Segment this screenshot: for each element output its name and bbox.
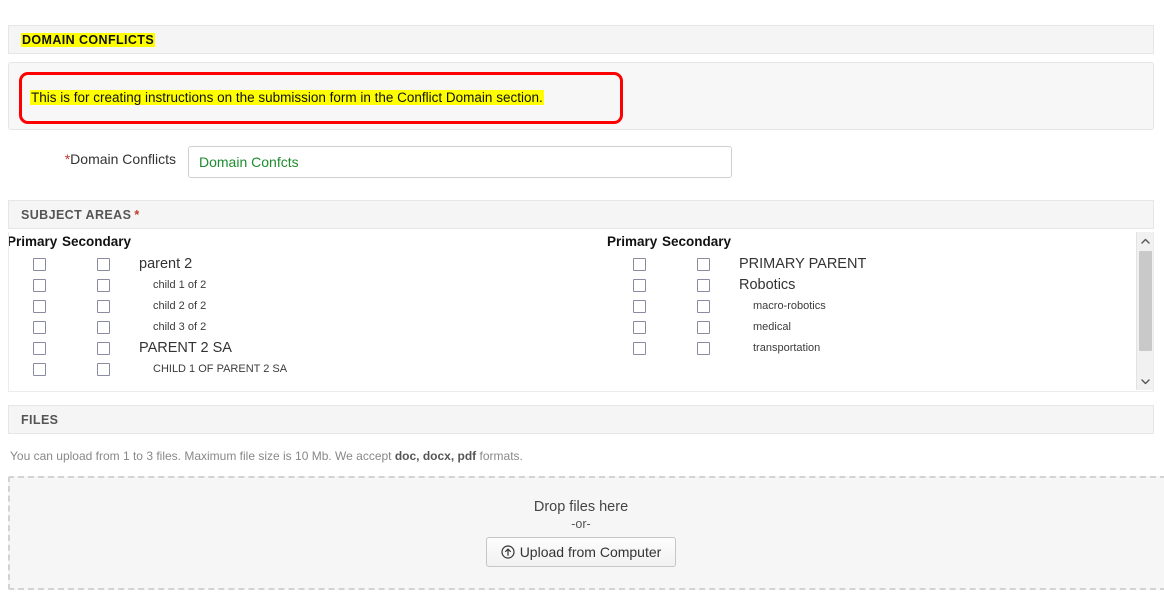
dropzone-or-separator: -or- — [571, 517, 591, 531]
primary-checkbox[interactable] — [33, 300, 46, 313]
primary-checkbox[interactable] — [633, 258, 646, 271]
subject-area-label: CHILD 1 OF PARENT 2 SA — [153, 363, 288, 375]
secondary-checkbox[interactable] — [97, 363, 110, 376]
instruction-text: This is for creating instructions on the… — [30, 90, 544, 105]
subject-area-label: child 3 of 2 — [153, 321, 207, 333]
dropzone-content: Drop files here -or- Upload from Compute… — [10, 478, 1152, 588]
files-note-prefix: You can upload from 1 to 3 files. Maximu… — [10, 449, 395, 463]
subject-areas-panel: Primary Secondary parent 2 child 1 of 2 ch… — [8, 232, 1154, 392]
subject-area-label: transportation — [753, 342, 821, 354]
subject-area-label: medical — [753, 321, 791, 333]
secondary-checkbox[interactable] — [97, 342, 110, 355]
instruction-text-highlight: This is for creating instructions on the… — [30, 90, 544, 105]
files-note-suffix: formats. — [476, 449, 523, 463]
section-header-subject-areas: SUBJECT AREAS * — [8, 200, 1154, 229]
secondary-checkbox[interactable] — [697, 279, 710, 292]
section-title-domain-conflicts-text: DOMAIN CONFLICTS — [21, 32, 156, 47]
secondary-checkbox[interactable] — [97, 300, 110, 313]
subject-area-label: parent 2 — [139, 256, 193, 272]
subject-area-label: child 2 of 2 — [153, 300, 207, 312]
subject-area-label: macro-robotics — [753, 300, 826, 312]
files-upload-note: You can upload from 1 to 3 files. Maximu… — [10, 449, 523, 463]
subject-areas-scrollbar[interactable] — [1136, 232, 1153, 390]
section-title-files: FILES — [9, 413, 58, 427]
secondary-checkbox[interactable] — [697, 300, 710, 313]
primary-checkbox[interactable] — [33, 363, 46, 376]
primary-checkbox[interactable] — [633, 300, 646, 313]
upload-circle-icon — [501, 545, 515, 559]
primary-checkbox[interactable] — [633, 342, 646, 355]
primary-checkbox[interactable] — [33, 321, 46, 334]
secondary-checkbox[interactable] — [97, 279, 110, 292]
column-header-primary: Primary — [607, 234, 658, 249]
section-header-files: FILES — [8, 405, 1154, 434]
file-dropzone[interactable]: Drop files here -or- Upload from Compute… — [8, 476, 1164, 590]
chevron-down-icon[interactable] — [1137, 373, 1153, 390]
secondary-checkbox[interactable] — [697, 321, 710, 334]
primary-checkbox[interactable] — [33, 258, 46, 271]
domain-conflicts-label: *Domain Conflicts — [0, 151, 176, 167]
instruction-panel: This is for creating instructions on the… — [8, 62, 1154, 130]
primary-checkbox[interactable] — [633, 279, 646, 292]
primary-checkbox[interactable] — [33, 342, 46, 355]
domain-conflicts-field-row: *Domain Conflicts — [0, 146, 1164, 178]
secondary-checkbox[interactable] — [97, 321, 110, 334]
secondary-checkbox[interactable] — [97, 258, 110, 271]
primary-checkbox[interactable] — [633, 321, 646, 334]
dropzone-title: Drop files here — [533, 499, 629, 515]
upload-from-computer-button[interactable]: Upload from Computer — [485, 537, 677, 567]
secondary-checkbox[interactable] — [697, 342, 710, 355]
section-title-files-text: FILES — [21, 412, 59, 427]
form-page: DOMAIN CONFLICTS This is for creating in… — [0, 0, 1164, 607]
section-title-subject-areas-text: SUBJECT AREAS — [21, 207, 132, 222]
section-title-domain-conflicts: DOMAIN CONFLICTS — [9, 32, 156, 47]
upload-button-label: Upload from Computer — [519, 544, 662, 560]
column-header-primary: Primary — [8, 234, 58, 249]
secondary-checkbox[interactable] — [697, 258, 710, 271]
subject-area-label: PRIMARY PARENT — [739, 256, 867, 272]
subject-areas-required-asterisk: * — [134, 207, 140, 222]
subject-area-label: PARENT 2 SA — [139, 340, 232, 356]
column-header-secondary: Secondary — [62, 234, 132, 249]
chevron-up-icon[interactable] — [1137, 232, 1153, 249]
subject-area-label: Robotics — [739, 277, 796, 293]
domain-conflicts-label-text: Domain Conflicts — [70, 151, 176, 167]
files-note-formats: doc, docx, pdf — [394, 449, 477, 463]
column-header-secondary: Secondary — [662, 234, 732, 249]
section-header-domain-conflicts: DOMAIN CONFLICTS — [8, 25, 1154, 54]
primary-checkbox[interactable] — [33, 279, 46, 292]
subject-area-label: child 1 of 2 — [153, 279, 207, 291]
scrollbar-thumb[interactable] — [1139, 251, 1152, 351]
domain-conflicts-input[interactable] — [188, 146, 732, 178]
section-title-subject-areas: SUBJECT AREAS * — [9, 208, 140, 222]
